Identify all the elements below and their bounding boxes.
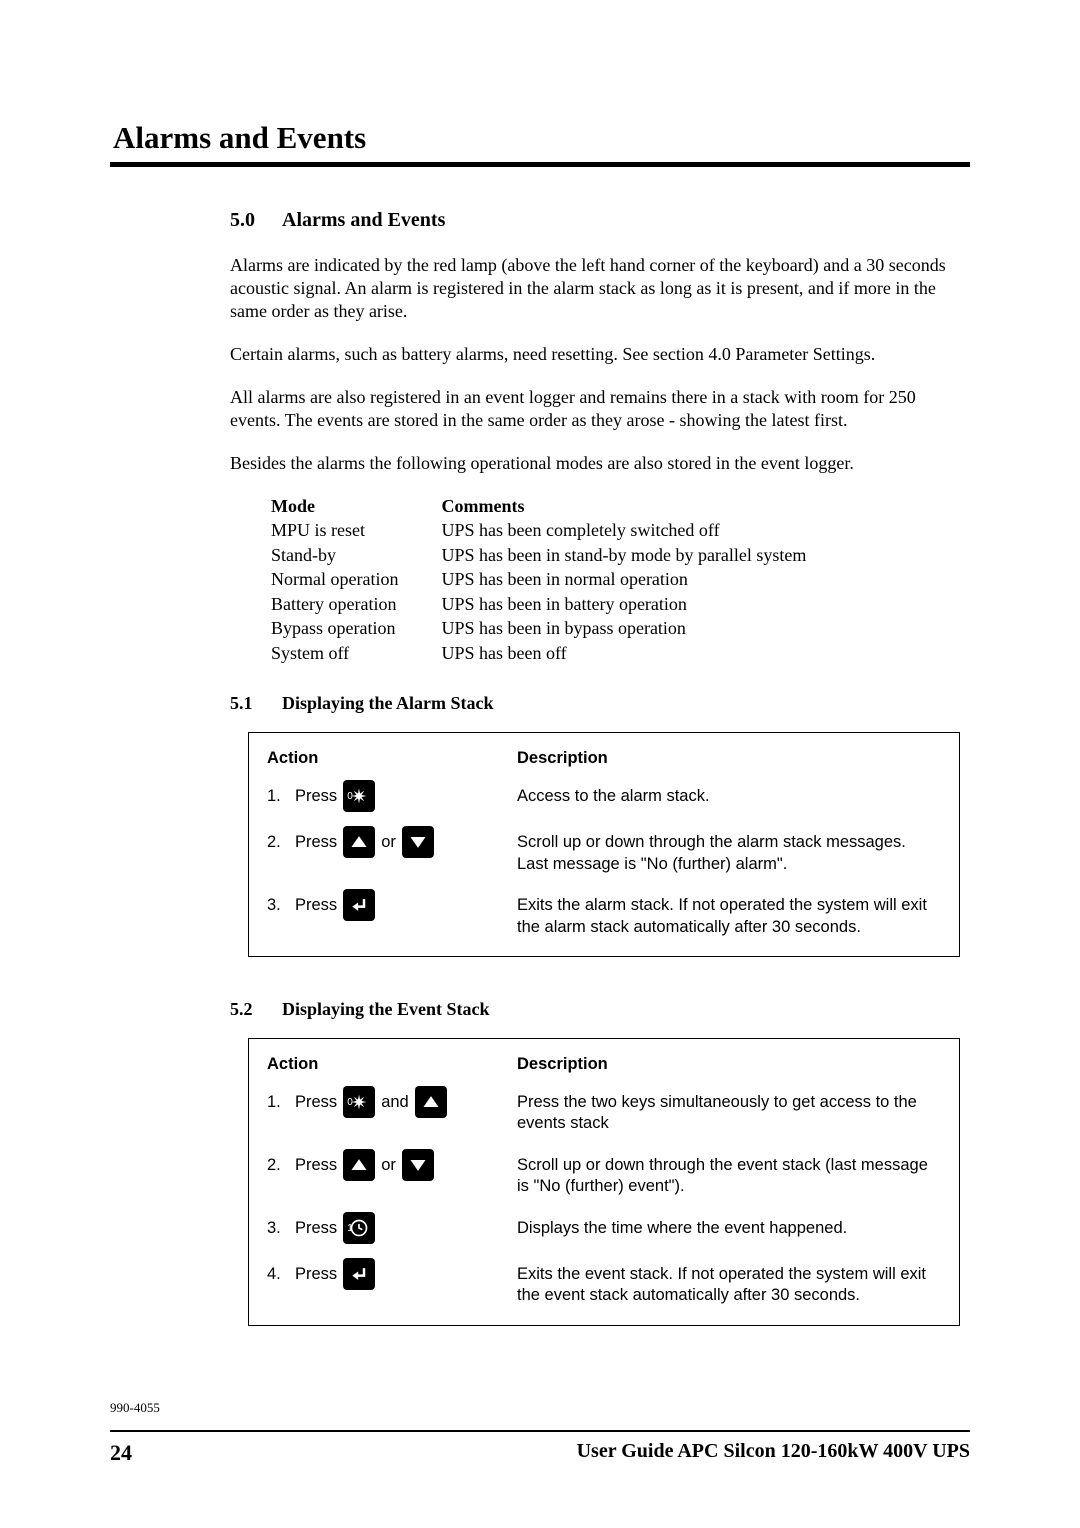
step-number: 3.	[267, 1212, 289, 1244]
section-title: Alarms and Events	[113, 120, 970, 156]
table-row: Battery operationUPS has been in battery…	[270, 592, 848, 617]
clock-key-icon: 1	[343, 1212, 375, 1244]
table-row: Normal operationUPS has been in normal o…	[270, 567, 848, 592]
heading-text: Displaying the Event Stack	[282, 999, 490, 1020]
modes-table: Mode Comments MPU is resetUPS has been c…	[270, 495, 848, 665]
and-label: and	[381, 1086, 409, 1118]
press-label: Press	[295, 1258, 337, 1290]
action-row: 3.Press 1 Displays the time where the even…	[267, 1212, 941, 1244]
heading-text: Displaying the Alarm Stack	[282, 693, 494, 714]
action-box-alarm: Action Description 1.Press0Access to the…	[248, 732, 960, 957]
heading-5-2: 5.2 Displaying the Event Stack	[230, 999, 960, 1020]
document-number: 990-4055	[110, 1400, 160, 1416]
action-row: 4.PressExits the event stack. If not ope…	[267, 1258, 941, 1307]
mode-cell: MPU is reset	[270, 518, 440, 543]
press-label: Press	[295, 1212, 337, 1244]
action-row: 1.Press 0 Access to the alarm stack.	[267, 780, 941, 812]
action-row: 2.Press or Scroll up or down through the a…	[267, 826, 941, 875]
comment-cell: UPS has been off	[440, 641, 848, 666]
action-box-event: Action Description 1.Press0andPress the …	[248, 1038, 960, 1326]
action-cell: 3.Press 1	[267, 1212, 517, 1244]
key-superscript: 0	[347, 1087, 353, 1119]
heading-text: Alarms and Events	[282, 209, 445, 232]
mode-cell: Normal operation	[270, 567, 440, 592]
press-label: Press	[295, 889, 337, 921]
step-number: 4.	[267, 1258, 289, 1290]
action-cell: 4.Press	[267, 1258, 517, 1290]
up-key-icon	[415, 1086, 447, 1118]
step-number: 1.	[267, 780, 289, 812]
key-superscript: 1	[347, 1213, 353, 1245]
description-cell: Exits the event stack. If not operated t…	[517, 1258, 941, 1307]
col-header-description: Description	[517, 1055, 941, 1074]
description-cell: Press the two keys simultaneously to get…	[517, 1086, 941, 1135]
heading-5-1: 5.1 Displaying the Alarm Stack	[230, 693, 960, 714]
action-row: 1.Press 0 and Press the two keys simultaneo…	[267, 1086, 941, 1135]
paragraph: All alarms are also registered in an eve…	[230, 386, 960, 432]
heading-number: 5.1	[230, 693, 282, 714]
col-header-action: Action	[267, 1055, 517, 1074]
page-footer: 24 User Guide APC Silcon 120-160kW 400V …	[110, 1430, 970, 1466]
down-key-icon	[402, 1149, 434, 1181]
section-rule	[110, 162, 970, 167]
col-header-description: Description	[517, 749, 941, 768]
enter-key-icon	[343, 889, 375, 921]
paragraph: Certain alarms, such as battery alarms, …	[230, 343, 960, 366]
description-cell: Displays the time where the event happen…	[517, 1212, 941, 1239]
up-key-icon	[343, 1149, 375, 1181]
page-number: 24	[110, 1440, 132, 1466]
comment-cell: UPS has been in bypass operation	[440, 616, 848, 641]
mode-cell: System off	[270, 641, 440, 666]
description-cell: Scroll up or down through the event stac…	[517, 1149, 941, 1198]
press-label: Press	[295, 826, 337, 858]
description-cell: Access to the alarm stack.	[517, 780, 941, 807]
modes-header-mode: Mode	[270, 495, 440, 518]
key-superscript: 0	[347, 781, 353, 813]
comment-cell: UPS has been in normal operation	[440, 567, 848, 592]
comment-cell: UPS has been in battery operation	[440, 592, 848, 617]
action-cell: 3.Press	[267, 889, 517, 921]
press-label: Press	[295, 1149, 337, 1181]
enter-key-icon	[343, 1258, 375, 1290]
col-header-action: Action	[267, 749, 517, 768]
modes-header-comments: Comments	[440, 495, 848, 518]
or-label: or	[381, 826, 396, 858]
description-cell: Exits the alarm stack. If not operated t…	[517, 889, 941, 938]
paragraph: Besides the alarms the following operati…	[230, 452, 960, 475]
down-key-icon	[402, 826, 434, 858]
comment-cell: UPS has been completely switched off	[440, 518, 848, 543]
mode-cell: Stand-by	[270, 543, 440, 568]
description-cell: Scroll up or down through the alarm stac…	[517, 826, 941, 875]
table-row: MPU is resetUPS has been completely swit…	[270, 518, 848, 543]
step-number: 2.	[267, 826, 289, 858]
action-cell: 2.Press or	[267, 1149, 517, 1181]
press-label: Press	[295, 780, 337, 812]
action-cell: 1.Press 0 and	[267, 1086, 517, 1118]
or-label: or	[381, 1149, 396, 1181]
step-number: 1.	[267, 1086, 289, 1118]
heading-5-0: 5.0 Alarms and Events	[230, 209, 960, 232]
mode-cell: Battery operation	[270, 592, 440, 617]
action-cell: 2.Press or	[267, 826, 517, 858]
footer-title: User Guide APC Silcon 120-160kW 400V UPS	[577, 1440, 970, 1466]
comment-cell: UPS has been in stand-by mode by paralle…	[440, 543, 848, 568]
table-row: Bypass operationUPS has been in bypass o…	[270, 616, 848, 641]
up-key-icon	[343, 826, 375, 858]
press-label: Press	[295, 1086, 337, 1118]
step-number: 3.	[267, 889, 289, 921]
action-row: 3.PressExits the alarm stack. If not ope…	[267, 889, 941, 938]
action-row: 2.Press or Scroll up or down through the e…	[267, 1149, 941, 1198]
step-number: 2.	[267, 1149, 289, 1181]
table-row: System offUPS has been off	[270, 641, 848, 666]
star-key-icon: 0	[343, 1086, 375, 1118]
mode-cell: Bypass operation	[270, 616, 440, 641]
action-cell: 1.Press 0	[267, 780, 517, 812]
paragraph: Alarms are indicated by the red lamp (ab…	[230, 254, 960, 323]
table-row: Stand-byUPS has been in stand-by mode by…	[270, 543, 848, 568]
star-key-icon: 0	[343, 780, 375, 812]
heading-number: 5.2	[230, 999, 282, 1020]
heading-number: 5.0	[230, 209, 282, 232]
